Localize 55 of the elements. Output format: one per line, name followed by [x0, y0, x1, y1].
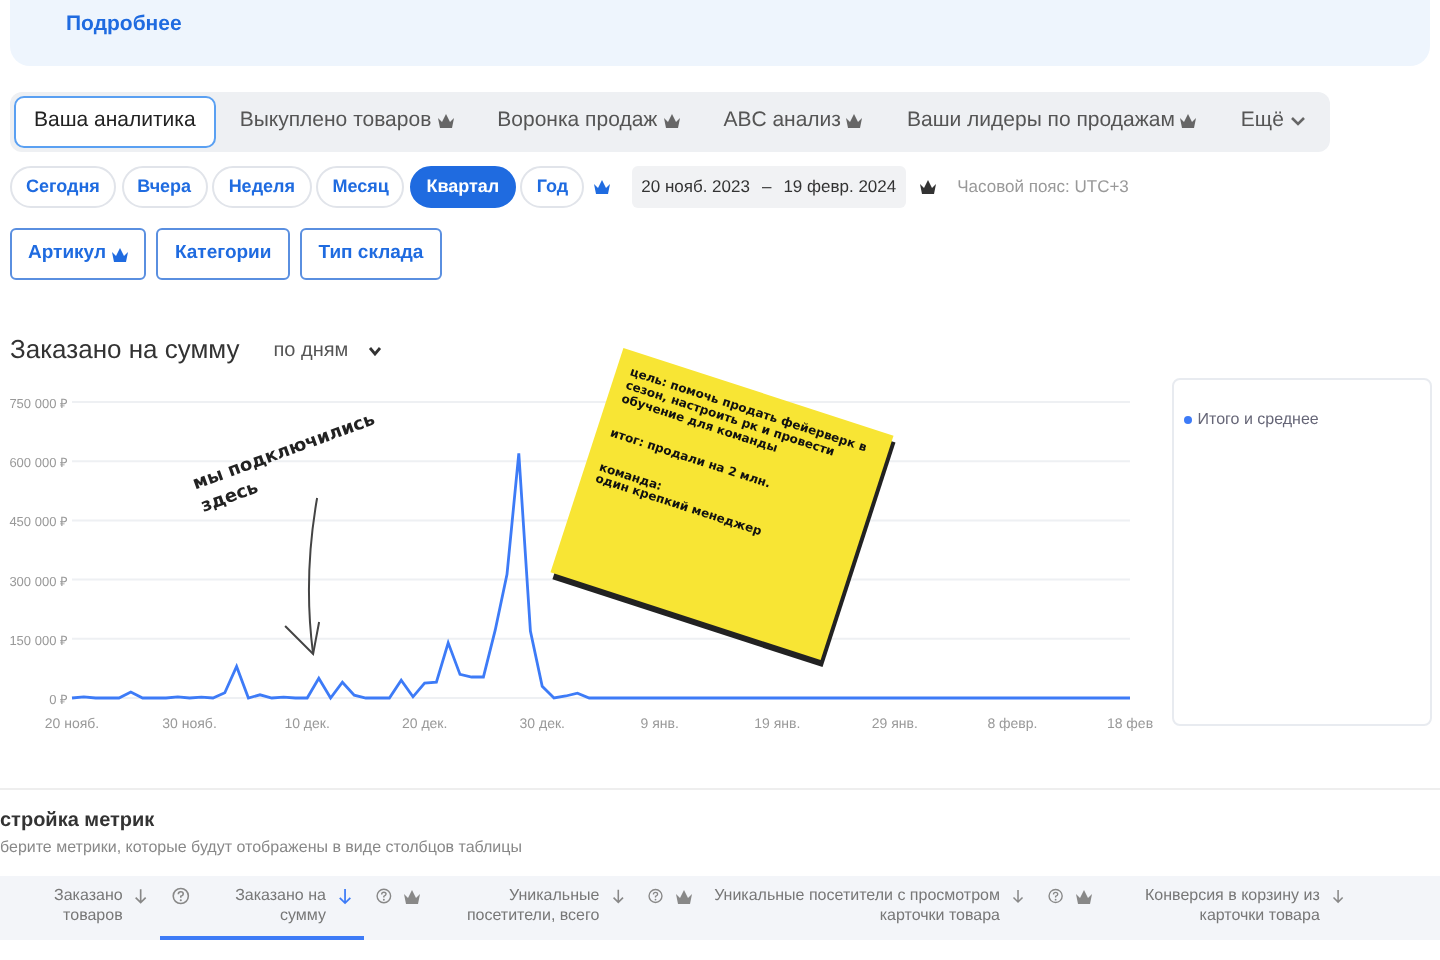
column-label: Уникальные посетители с просмотром карточки товара — [712, 885, 1000, 926]
help-icon — [1048, 885, 1064, 906]
column-header[interactable]: Уникальные посетители с просмотром карточки товара — [636, 875, 1036, 940]
tab[interactable]: Ваша аналитика — [14, 95, 216, 147]
column-header[interactable]: Конверсия в корзину из карточки товара — [1036, 875, 1356, 940]
column-label: Уникальные посетители, всего — [464, 885, 600, 926]
period-button[interactable]: Квартал — [410, 165, 516, 208]
period-button[interactable]: Месяц — [316, 165, 405, 208]
column-header[interactable]: Заказано на сумму — [160, 875, 364, 940]
crown-icon — [1180, 114, 1197, 129]
period-button[interactable]: Вчера — [121, 165, 208, 208]
filter-button[interactable]: Артикул — [10, 228, 146, 281]
help-icon — [376, 885, 392, 906]
column-label: Заказано на сумму — [233, 885, 326, 926]
column-header[interactable]: Уникальные посетители, всего — [364, 875, 636, 940]
column-label: Конверсия в корзину из карточки товара — [1143, 885, 1320, 926]
period-button[interactable]: Неделя — [212, 165, 312, 208]
section-subtitle: берите метрики, которые будут отображены в виде столбцов таблицы — [0, 835, 524, 860]
sort-arrow-icon — [134, 885, 148, 906]
crown-icon — [846, 114, 863, 129]
crown-icon — [675, 889, 692, 904]
tab[interactable]: Ещё — [1220, 95, 1326, 147]
filter-button[interactable]: Категории — [156, 228, 290, 281]
sort-arrow-icon — [1011, 885, 1024, 906]
crown-icon — [663, 114, 680, 129]
date-separator: – — [761, 173, 772, 200]
period-button[interactable]: Сегодня — [10, 165, 116, 208]
more-link[interactable]: Подробнее — [66, 12, 182, 36]
crown-icon — [111, 247, 128, 262]
sort-arrow-icon — [337, 885, 352, 906]
column-label: Заказано товаров — [52, 885, 123, 926]
granularity-dropdown[interactable]: по дням — [261, 333, 395, 367]
date-range-field[interactable]: 20 нояб. 2023 – 19 февр. 2024 — [631, 165, 907, 208]
date-from: 20 нояб. 2023 — [641, 173, 750, 200]
crown-icon — [403, 889, 420, 904]
chevron-down-icon — [368, 345, 383, 355]
help-icon — [172, 885, 190, 906]
help-icon — [648, 885, 664, 906]
column-header[interactable]: Заказано товаров — [0, 875, 160, 940]
sort-arrow-icon — [1331, 885, 1344, 906]
filter-button[interactable]: Тип склада — [300, 228, 442, 281]
tab[interactable]: Воронка продаж — [477, 95, 700, 147]
tab[interactable]: ABC анализ — [703, 95, 883, 147]
timezone-label: Часовой пояс: UTC+3 — [957, 173, 1129, 200]
section-title: стройка метрик — [0, 807, 157, 836]
chevron-down-icon — [1289, 116, 1306, 127]
crown-icon — [437, 114, 454, 129]
date-to: 19 февр. 2024 — [783, 173, 897, 200]
tab[interactable]: Выкуплено товаров — [219, 95, 474, 147]
tab[interactable]: Ваши лидеры по продажам — [886, 95, 1217, 147]
period-button[interactable]: Год — [520, 165, 585, 208]
chart-title: Заказано на сумму — [10, 332, 240, 369]
sort-arrow-icon — [611, 885, 624, 906]
crown-icon — [1075, 889, 1092, 904]
legend-label: Итого и среднее — [1197, 407, 1319, 432]
